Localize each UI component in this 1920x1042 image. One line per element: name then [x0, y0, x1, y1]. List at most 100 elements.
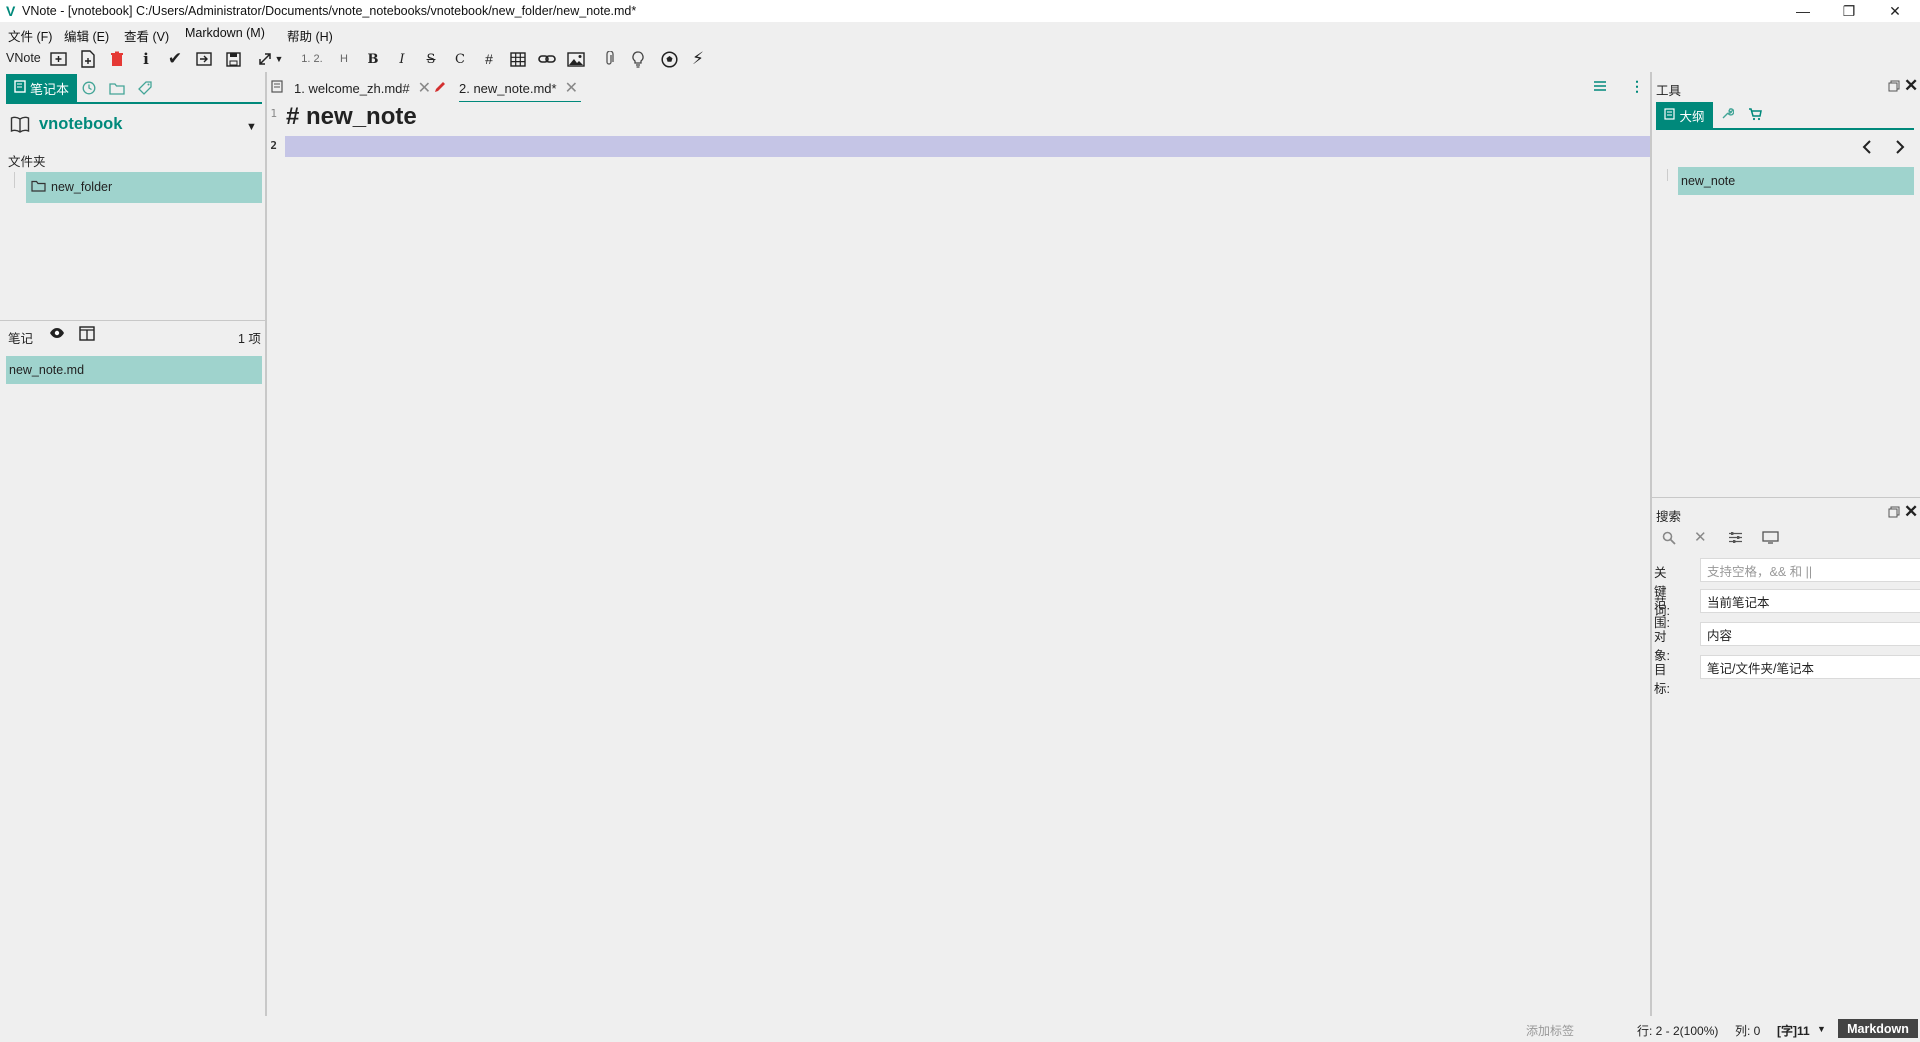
left-panel-tabs: 笔记本 [6, 74, 262, 104]
modified-pencil-icon [433, 80, 447, 97]
editor-line[interactable]: # new_note [286, 103, 417, 131]
link-icon[interactable] [534, 47, 560, 71]
close-tab-icon[interactable]: ✕ [418, 78, 431, 98]
window-title: VNote - [vnotebook] C:/Users/Administrat… [22, 4, 637, 18]
lightbulb-icon[interactable] [625, 47, 651, 71]
console-monitor-icon[interactable] [1762, 531, 1779, 547]
right-panel-splitter[interactable] [1652, 497, 1920, 498]
minimize-button[interactable]: — [1780, 0, 1826, 22]
mode-badge[interactable]: Markdown [1838, 1019, 1918, 1038]
folder-item[interactable]: new_folder [26, 172, 262, 203]
outline-menu-icon[interactable] [1593, 80, 1607, 95]
explorer-folder-icon[interactable] [104, 74, 130, 102]
float-panel-icon[interactable] [1888, 506, 1900, 521]
cursor-position: 行: 2 - 2(100%) [1637, 1024, 1719, 1038]
restore-button[interactable]: ❐ [1826, 0, 1872, 22]
app-logo-icon: V [6, 3, 16, 19]
close-panel-icon[interactable]: ✕ [1904, 502, 1918, 522]
table-icon[interactable] [505, 47, 531, 71]
search-title: 搜索 [1656, 510, 1682, 524]
menu-bar: 文件 (F) 编辑 (E) 查看 (V) Markdown (M) 帮助 (H) [0, 22, 1920, 46]
search-icon[interactable] [1662, 531, 1676, 548]
delete-icon[interactable] [104, 47, 130, 71]
tab-welcome-label: 1. welcome_zh.md# [294, 80, 410, 96]
previous-arrow-icon[interactable] [1862, 139, 1872, 160]
split-view-icon[interactable] [79, 326, 95, 344]
tab-notebooks[interactable]: 笔记本 [6, 74, 78, 102]
tab-welcome[interactable]: 1. welcome_zh.md# ✕ [294, 75, 431, 101]
soccer-ball-icon[interactable] [656, 47, 682, 71]
left-panel-splitter[interactable] [0, 320, 266, 321]
right-splitter[interactable] [1650, 72, 1652, 1016]
target-value: 笔记/文件夹/笔记本 [1707, 661, 1814, 676]
history-icon[interactable] [76, 74, 102, 102]
menu-help[interactable]: 帮助 (H) [287, 26, 333, 45]
word-count-dropdown-icon[interactable]: ▼ [1817, 1024, 1826, 1034]
snippet-wrench-icon[interactable] [1720, 107, 1735, 124]
close-panel-icon[interactable]: ✕ [1904, 76, 1918, 96]
editor-area[interactable]: 1 # new_note 2 [267, 102, 1650, 1016]
note-item-label: new_note.md [9, 363, 85, 377]
scope-value: 当前笔记本 [1707, 595, 1770, 610]
scope-select[interactable]: 当前笔记本 ▼ [1700, 589, 1920, 613]
clear-icon[interactable]: ✕ [1694, 528, 1707, 546]
tag-icon[interactable] [132, 74, 158, 102]
strikethrough-button[interactable]: S [418, 47, 444, 71]
current-line-highlight [285, 136, 1650, 157]
tools-tabs: 大纲 [1656, 102, 1914, 130]
save-icon[interactable] [220, 47, 246, 71]
target-select[interactable]: 笔记/文件夹/笔记本 ▼ [1700, 655, 1920, 679]
tab-list-icon[interactable] [271, 80, 283, 96]
notebook-tab-icon [14, 80, 26, 96]
code-block-button[interactable]: # [476, 47, 502, 71]
menu-view[interactable]: 查看 (V) [124, 26, 169, 45]
next-arrow-icon[interactable] [1895, 139, 1905, 160]
keyword-input[interactable]: 支持空格，&& 和 || ▼ [1700, 558, 1920, 582]
heading-button[interactable]: H [331, 47, 357, 71]
close-tab-icon[interactable]: ✕ [565, 78, 578, 98]
toolbar: VNote i ✔ ▼ 1. 2. H B I S C # ⚡︎ [0, 46, 1920, 72]
menu-edit[interactable]: 编辑 (E) [64, 26, 109, 45]
image-icon[interactable] [563, 47, 589, 71]
inline-code-button[interactable]: C [447, 47, 473, 71]
export-icon[interactable] [191, 47, 217, 71]
keyword-placeholder: 支持空格，&& 和 || [1707, 564, 1813, 579]
new-notebook-icon[interactable] [46, 47, 72, 71]
bold-button[interactable]: B [360, 47, 386, 71]
outline-item-label: new_note [1681, 174, 1736, 188]
add-tag-field[interactable]: 添加标签 [1526, 1022, 1574, 1039]
attachment-icon[interactable] [596, 47, 622, 71]
notebook-book-icon [10, 116, 30, 137]
word-count[interactable]: [字]11 [1777, 1022, 1810, 1039]
tab-outline[interactable]: 大纲 [1656, 102, 1713, 128]
lightning-icon[interactable]: ⚡︎ [685, 47, 711, 71]
tab-outline-label: 大纲 [1679, 109, 1705, 124]
cart-icon[interactable] [1748, 107, 1762, 124]
toolbar-app-label: VNote [6, 51, 41, 65]
view-eye-icon[interactable] [49, 326, 65, 344]
check-icon[interactable]: ✔ [162, 47, 188, 71]
menu-markdown[interactable]: Markdown (M) [185, 26, 265, 40]
note-item[interactable]: new_note.md [6, 356, 262, 384]
notebook-dropdown-icon[interactable]: ▼ [246, 121, 257, 133]
target-label: 目标: [1654, 663, 1670, 696]
new-note-icon[interactable] [75, 47, 101, 71]
outline-item[interactable]: new_note [1678, 167, 1914, 195]
tab-new-note[interactable]: 2. new_note.md* ✕ [459, 75, 581, 103]
tools-title: 工具 [1656, 84, 1682, 98]
float-panel-icon[interactable] [1888, 80, 1900, 95]
more-options-icon[interactable]: ⋮ [1630, 78, 1644, 95]
close-window-button[interactable]: ✕ [1872, 0, 1918, 22]
notebook-name[interactable]: vnotebook [39, 115, 122, 134]
search-settings-icon[interactable] [1728, 531, 1743, 547]
tab-notebooks-label: 笔记本 [30, 81, 70, 97]
info-icon[interactable]: i [133, 47, 159, 71]
folder-icon [31, 180, 46, 195]
cursor-column: 列: 0 [1735, 1024, 1761, 1038]
object-select[interactable]: 内容 ▼ [1700, 622, 1920, 646]
ordered-list-button[interactable]: 1. 2. [294, 47, 330, 71]
expand-dropdown-icon[interactable]: ▼ [272, 47, 286, 71]
title-bar: V VNote - [vnotebook] C:/Users/Administr… [0, 0, 1920, 22]
italic-button[interactable]: I [389, 47, 415, 71]
menu-file[interactable]: 文件 (F) [8, 26, 52, 45]
